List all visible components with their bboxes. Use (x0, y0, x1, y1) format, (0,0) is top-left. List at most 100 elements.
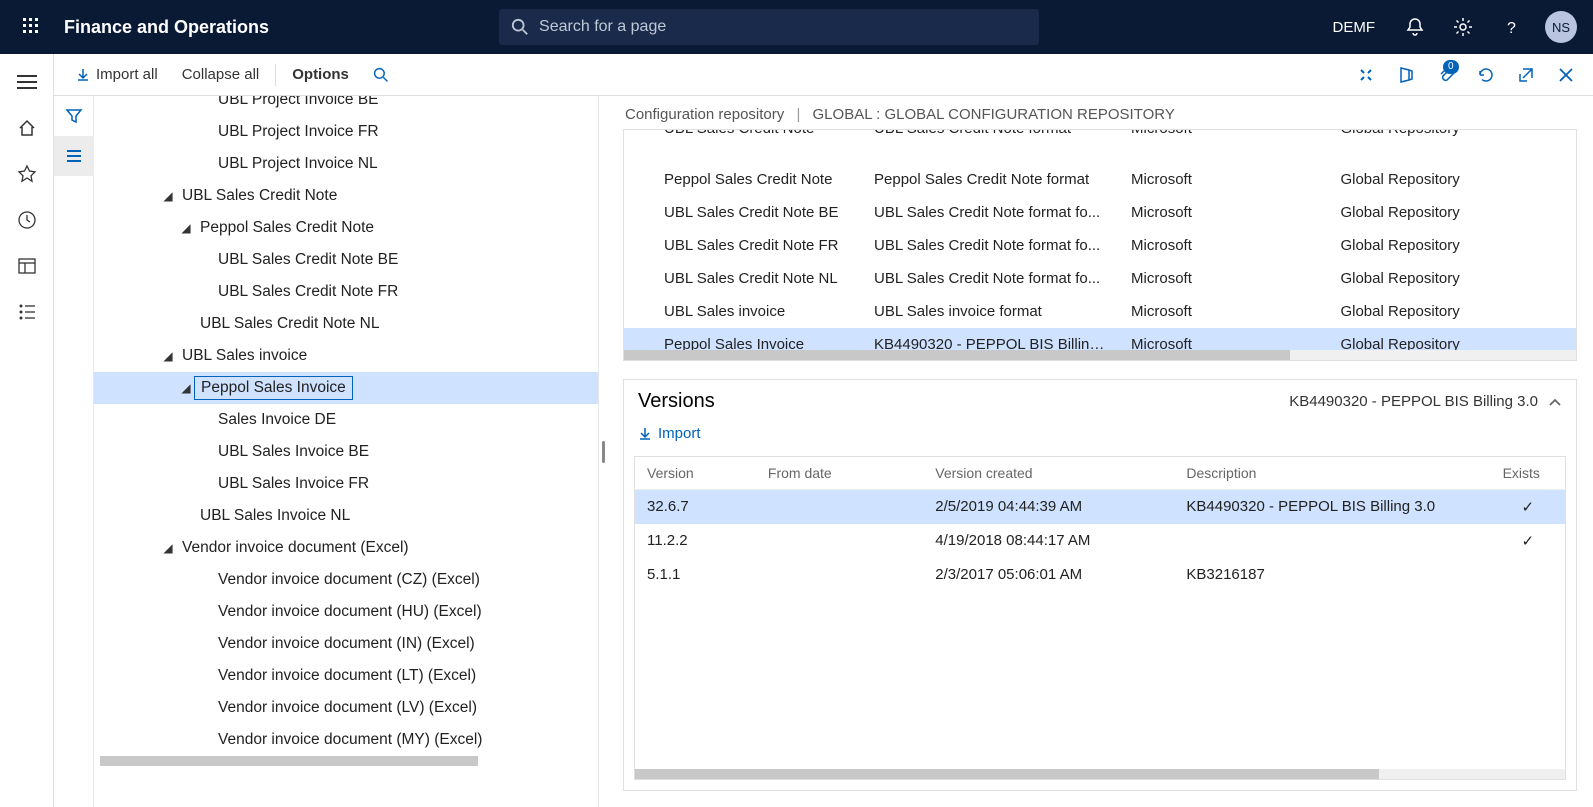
tree-item[interactable]: Vendor invoice document (HU) (Excel) (94, 596, 598, 628)
grid-cell: Global Repository (1328, 295, 1576, 328)
search-input[interactable] (539, 18, 1027, 36)
company-label[interactable]: DEMF (1319, 19, 1390, 36)
recent-icon[interactable] (5, 198, 49, 242)
versions-title: Versions (638, 390, 715, 413)
close-icon[interactable] (1549, 58, 1583, 92)
tree-item[interactable]: ◢ UBL Sales invoice (94, 340, 598, 372)
home-icon[interactable] (5, 106, 49, 150)
gear-icon[interactable] (1441, 0, 1485, 54)
tree-hscroll[interactable] (94, 756, 598, 766)
grid-cell: Microsoft (1119, 196, 1328, 229)
tree-item-label: UBL Project Invoice BE (218, 96, 379, 109)
grid-row[interactable]: UBL Sales Credit Note BEUBL Sales Credit… (624, 196, 1576, 229)
tree-item-label: Vendor invoice document (LV) (Excel) (218, 699, 477, 717)
grid-row[interactable]: UBL Sales invoiceUBL Sales invoice forma… (624, 295, 1576, 328)
collapse-all-button[interactable]: Collapse all (170, 60, 272, 89)
pane-resizer[interactable] (599, 96, 607, 807)
popout-icon[interactable] (1509, 58, 1543, 92)
tree-item[interactable]: Vendor invoice document (MY) (Excel) (94, 724, 598, 756)
tree-item[interactable]: Vendor invoice document (LT) (Excel) (94, 660, 598, 692)
tree-item[interactable]: ◢Vendor invoice document (Excel) (94, 532, 598, 564)
chevron-up-icon[interactable] (1548, 397, 1562, 407)
version-row[interactable]: 11.2.24/19/2018 08:44:17 AM✓ (635, 524, 1565, 558)
tree-item[interactable]: Vendor invoice document (IN) (Excel) (94, 628, 598, 660)
grid-cell: Global Repository (1328, 328, 1576, 350)
tree-item[interactable]: UBL Sales Invoice FR (94, 468, 598, 500)
tree-pane[interactable]: UBL Project Invoice BE UBL Project Invoic… (94, 96, 599, 807)
caret-icon[interactable]: ◢ (178, 381, 194, 395)
col-created[interactable]: Version created (923, 457, 1174, 490)
notifications-icon[interactable] (1393, 0, 1437, 54)
tree-item[interactable]: UBL Sales Credit Note NL (94, 308, 598, 340)
version-cell: 2/3/2017 05:06:01 AM (923, 558, 1174, 591)
grid-hscroll[interactable] (624, 350, 1576, 360)
search-action-icon[interactable] (361, 61, 401, 89)
tree-item[interactable]: ◢UBL Sales Credit Note (94, 180, 598, 212)
office-icon[interactable] (1389, 58, 1423, 92)
grid-cell: UBL Sales Credit Note format fo... (862, 262, 1119, 295)
tree-item[interactable]: Sales Invoice DE (94, 404, 598, 436)
grid-row[interactable]: UBL Sales Credit Note NLUBL Sales Credit… (624, 262, 1576, 295)
tree-item[interactable]: UBL Sales Invoice BE (94, 436, 598, 468)
grid-cell: UBL Sales Credit Note format (862, 130, 1119, 145)
svg-text:?: ? (1507, 20, 1516, 37)
favorites-icon[interactable] (5, 152, 49, 196)
attachments-badge: 0 (1443, 60, 1459, 74)
versions-hscroll[interactable] (635, 769, 1565, 779)
caret-icon[interactable]: ◢ (160, 349, 176, 363)
workspaces-icon[interactable] (5, 244, 49, 288)
grid-row[interactable]: UBL Sales Credit NoteUBL Sales Credit No… (624, 130, 1576, 145)
filter-icon[interactable] (54, 96, 94, 136)
caret-icon[interactable]: ◢ (160, 189, 176, 203)
refresh-icon[interactable] (1469, 58, 1503, 92)
grid-row[interactable]: Peppol Sales InvoiceKB4490320 - PEPPOL B… (624, 328, 1576, 350)
version-cell (1174, 524, 1490, 558)
tree-item[interactable]: ◢Peppol Sales Invoice (94, 372, 598, 404)
tree-item[interactable]: UBL Project Invoice BE (94, 96, 598, 116)
attachments-icon[interactable]: 0 (1429, 58, 1463, 92)
options-button[interactable]: Options (280, 60, 361, 89)
tree-item[interactable]: ◢ Peppol Sales Credit Note (94, 212, 598, 244)
tree-item-label: Peppol Sales Invoice (194, 376, 353, 400)
app-launcher-icon[interactable] (8, 0, 56, 54)
version-row[interactable]: 32.6.72/5/2019 04:44:39 AMKB4490320 - PE… (635, 489, 1565, 524)
global-search[interactable] (499, 9, 1039, 45)
help-icon[interactable]: ? (1489, 0, 1533, 54)
tree-item[interactable]: UBL Sales Invoice NL (94, 500, 598, 532)
tree-item-label: UBL Sales Invoice NL (200, 507, 350, 525)
personalize-icon[interactable] (1349, 58, 1383, 92)
tree-item-label: Vendor invoice document (IN) (Excel) (218, 635, 475, 653)
tree-item[interactable]: UBL Project Invoice FR (94, 116, 598, 148)
tree-item[interactable]: UBL Sales Credit Note FR (94, 276, 598, 308)
user-avatar[interactable]: NS (1545, 11, 1577, 43)
import-all-label: Import all (96, 66, 158, 83)
col-desc[interactable]: Description (1174, 457, 1490, 490)
hamburger-icon[interactable] (5, 60, 49, 104)
tree-item-label: Peppol Sales Credit Note (200, 219, 374, 237)
tree-item[interactable]: UBL Sales Credit Note BE (94, 244, 598, 276)
grid-row[interactable]: Peppol Sales Credit NotePeppol Sales Cre… (624, 163, 1576, 196)
grid-cell: UBL Sales invoice format (862, 295, 1119, 328)
tree-item-label: UBL Sales invoice (182, 347, 307, 365)
caret-icon[interactable]: ◢ (178, 221, 194, 235)
version-row[interactable]: 5.1.12/3/2017 05:06:01 AMKB3216187 (635, 558, 1565, 591)
app-title: Finance and Operations (64, 17, 269, 38)
grid-row[interactable]: UBL Sales Credit Note FRUBL Sales Credit… (624, 229, 1576, 262)
grid-cell: UBL Sales Credit Note FR (624, 229, 862, 262)
col-version[interactable]: Version (635, 457, 756, 490)
col-exists[interactable]: Exists (1491, 457, 1565, 490)
tree-item[interactable]: Vendor invoice document (LV) (Excel) (94, 692, 598, 724)
import-button[interactable]: Import (638, 425, 701, 442)
tree-item-label: UBL Sales Invoice BE (218, 443, 369, 461)
modules-icon[interactable] (5, 290, 49, 334)
caret-icon[interactable]: ◢ (160, 541, 176, 555)
tree-item[interactable]: UBL Project Invoice NL (94, 148, 598, 180)
tree-item-label: Sales Invoice DE (218, 411, 336, 429)
list-view-icon[interactable] (54, 136, 94, 176)
versions-subtitle: KB4490320 - PEPPOL BIS Billing 3.0 (1289, 393, 1538, 410)
col-from[interactable]: From date (756, 457, 923, 490)
version-cell: KB4490320 - PEPPOL BIS Billing 3.0 (1174, 489, 1490, 524)
import-all-button[interactable]: Import all (64, 60, 170, 89)
tree-item[interactable]: Vendor invoice document (CZ) (Excel) (94, 564, 598, 596)
versions-panel: Versions KB4490320 - PEPPOL BIS Billing … (623, 379, 1577, 791)
